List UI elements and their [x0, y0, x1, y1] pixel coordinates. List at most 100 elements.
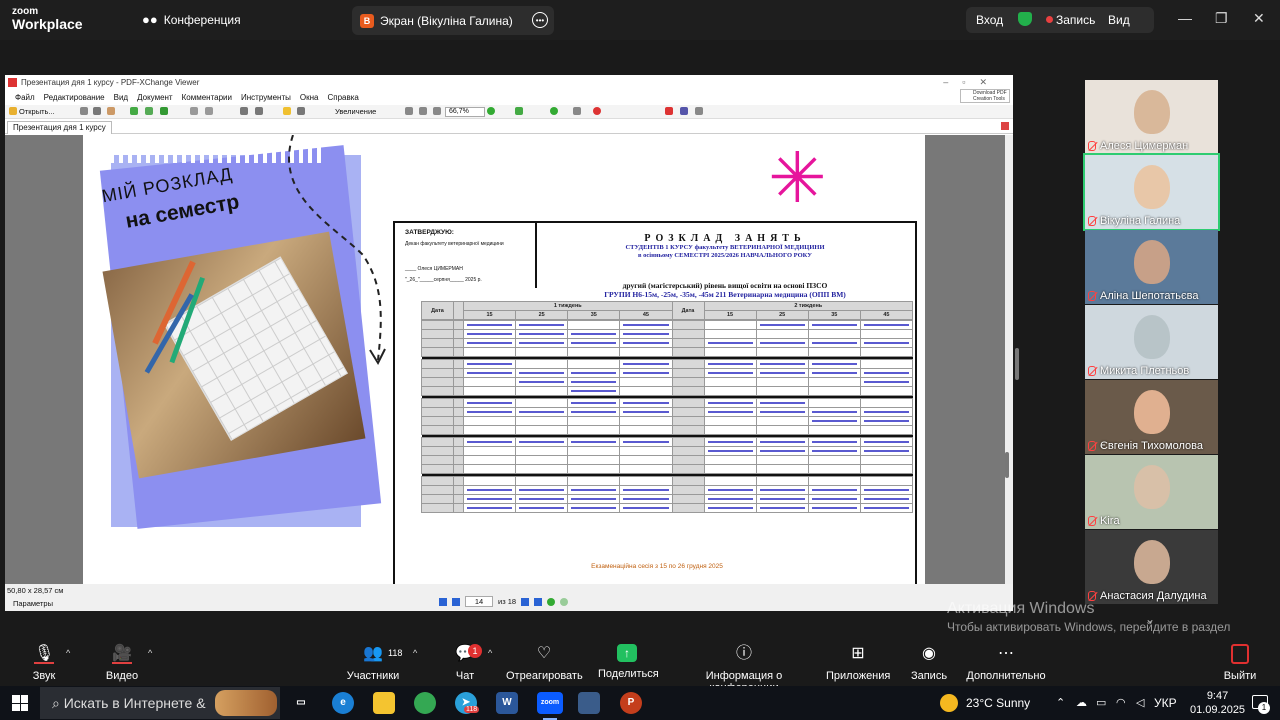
zoom-level-field[interactable]: 66,7%: [445, 107, 485, 117]
participant-name: Алеся Цимерман: [1088, 140, 1188, 152]
menu-item-windows[interactable]: Окна: [300, 91, 319, 105]
prev-page-button[interactable]: [452, 597, 460, 606]
language-indicator[interactable]: УКР: [1154, 696, 1177, 710]
save-icon[interactable]: [80, 107, 88, 115]
participant-tile[interactable]: Вікуліна Галина: [1083, 153, 1220, 231]
apps-button[interactable]: ⊞ Приложения: [826, 644, 890, 682]
close-doc-icon[interactable]: [1001, 122, 1009, 130]
share-scroll-handle[interactable]: [1005, 452, 1009, 478]
system-clock[interactable]: 9:47 01.09.2025: [1190, 689, 1245, 717]
minimize-icon[interactable]: —: [1178, 10, 1192, 26]
page-number-input[interactable]: 14: [465, 596, 493, 607]
video-options-caret[interactable]: ^: [148, 648, 152, 658]
view-button[interactable]: Вид: [1108, 13, 1130, 27]
security-shield-icon[interactable]: [1018, 12, 1032, 26]
windows-start-icon[interactable]: [12, 695, 28, 711]
file-explorer-icon[interactable]: [373, 692, 395, 714]
email-icon[interactable]: [107, 107, 115, 115]
chrome-icon[interactable]: [414, 692, 436, 714]
participant-tile[interactable]: Анастасия Далудина: [1085, 530, 1218, 604]
first-page-button[interactable]: [439, 597, 447, 606]
first-page-icon[interactable]: [515, 107, 523, 115]
go-forward-button[interactable]: [560, 597, 569, 606]
leave-button[interactable]: Выйти: [1222, 644, 1258, 682]
weather-widget[interactable]: 23°C Sunny: [966, 696, 1030, 710]
measure-icon[interactable]: [695, 107, 703, 115]
close-icon[interactable]: ✕: [1253, 10, 1265, 27]
share-scroll-handle[interactable]: [1015, 348, 1019, 380]
menu-item-view[interactable]: Вид: [114, 91, 128, 105]
menu-item-document[interactable]: Документ: [137, 91, 173, 105]
zoom-in-icon[interactable]: [487, 107, 495, 115]
login-button[interactable]: Вход: [976, 13, 1003, 27]
lesson-cell: [807, 329, 861, 339]
stamp-icon[interactable]: [680, 107, 688, 115]
menu-item-file[interactable]: Файл: [15, 91, 35, 105]
menu-item-edit[interactable]: Редактирование: [44, 91, 105, 105]
react-button[interactable]: ♡ Отреагировать: [506, 644, 583, 682]
open-folder-icon[interactable]: [9, 107, 17, 115]
volume-icon[interactable]: ◁: [1136, 697, 1148, 709]
typewriter-icon[interactable]: [573, 107, 581, 115]
participants-options-caret[interactable]: ^: [413, 648, 417, 658]
prev-page-icon[interactable]: [550, 107, 558, 115]
menu-item-help[interactable]: Справка: [327, 91, 358, 105]
wifi-icon[interactable]: ◠: [1116, 697, 1128, 709]
fit-page-icon[interactable]: [419, 107, 427, 115]
parameters-button[interactable]: Параметры: [13, 599, 53, 608]
open-button[interactable]: Открыть...: [19, 107, 55, 116]
next-page-button[interactable]: [521, 597, 530, 606]
go-back-button[interactable]: [547, 597, 556, 606]
comment-icon[interactable]: [665, 107, 673, 115]
zoom-app-icon[interactable]: zoom: [537, 692, 563, 714]
audio-options-caret[interactable]: ^: [66, 648, 70, 658]
undo-icon[interactable]: [190, 107, 198, 115]
audio-button[interactable]: 🎙 Звук: [26, 644, 62, 682]
select-text-icon[interactable]: [297, 107, 305, 115]
last-page-button[interactable]: [534, 597, 543, 606]
participant-tile[interactable]: Микита Плетньов: [1085, 305, 1218, 379]
share-screen-button[interactable]: ↑ Поделиться: [598, 644, 659, 680]
onedrive-icon[interactable]: ☁: [1076, 697, 1088, 709]
battery-icon[interactable]: ▭: [1096, 697, 1108, 709]
hand-tool-icon[interactable]: [283, 107, 291, 115]
download-pdf-tools-logo[interactable]: Download PDF Creation Tools: [960, 89, 1010, 103]
pdf-window-controls[interactable]: ‒▫✕: [943, 77, 1001, 88]
word-icon[interactable]: W: [496, 692, 518, 714]
vertical-scrollbar[interactable]: [1005, 135, 1013, 584]
participant-tile[interactable]: Аліна Шепотатьєва: [1085, 230, 1218, 304]
screen-share-tab[interactable]: В Экран (Вікуліна Галина) •••: [352, 6, 554, 35]
forward-icon[interactable]: [160, 107, 168, 115]
redo-icon[interactable]: [205, 107, 213, 115]
actual-size-icon[interactable]: [405, 107, 413, 115]
zoom-tool-button[interactable]: Увеличение: [335, 107, 376, 116]
day-cell: [421, 398, 454, 408]
video-button[interactable]: 🎥 Видео: [102, 644, 142, 682]
participant-tile[interactable]: Євгенія Тихомолова: [1085, 380, 1218, 454]
chevron-up-icon[interactable]: ⌃: [1056, 697, 1068, 709]
maximize-icon[interactable]: ❐: [1215, 10, 1228, 27]
participant-tile[interactable]: Kira: [1085, 455, 1218, 529]
document-tab[interactable]: Презентация дяя 1 курсу: [7, 121, 112, 134]
pdf-viewer-icon[interactable]: [578, 692, 600, 714]
record-button[interactable]: ◉ Запись: [908, 644, 950, 682]
highlight-icon[interactable]: [593, 107, 601, 115]
snapshot-icon[interactable]: [255, 107, 263, 115]
record-indicator[interactable]: Запись: [1056, 13, 1095, 27]
share-options-icon[interactable]: •••: [532, 12, 548, 28]
print-icon[interactable]: [93, 107, 101, 115]
scan-icon[interactable]: [130, 107, 138, 115]
more-button[interactable]: ⋯ Дополнительно: [966, 644, 1046, 682]
powerpoint-icon[interactable]: P: [620, 692, 642, 714]
back-icon[interactable]: [145, 107, 153, 115]
rotate-icon[interactable]: [240, 107, 248, 115]
edge-browser-icon[interactable]: e: [332, 692, 354, 714]
lesson-cell: [515, 347, 569, 357]
menu-item-comments[interactable]: Комментарии: [182, 91, 232, 105]
participant-tile[interactable]: Алеся Цимерман: [1085, 80, 1218, 154]
fit-width-icon[interactable]: [433, 107, 441, 115]
task-view-icon[interactable]: ▭: [290, 692, 312, 714]
chat-options-caret[interactable]: ^: [488, 648, 492, 658]
menu-item-tools[interactable]: Инструменты: [241, 91, 291, 105]
conference-tab[interactable]: ●● Конференция: [142, 12, 241, 27]
